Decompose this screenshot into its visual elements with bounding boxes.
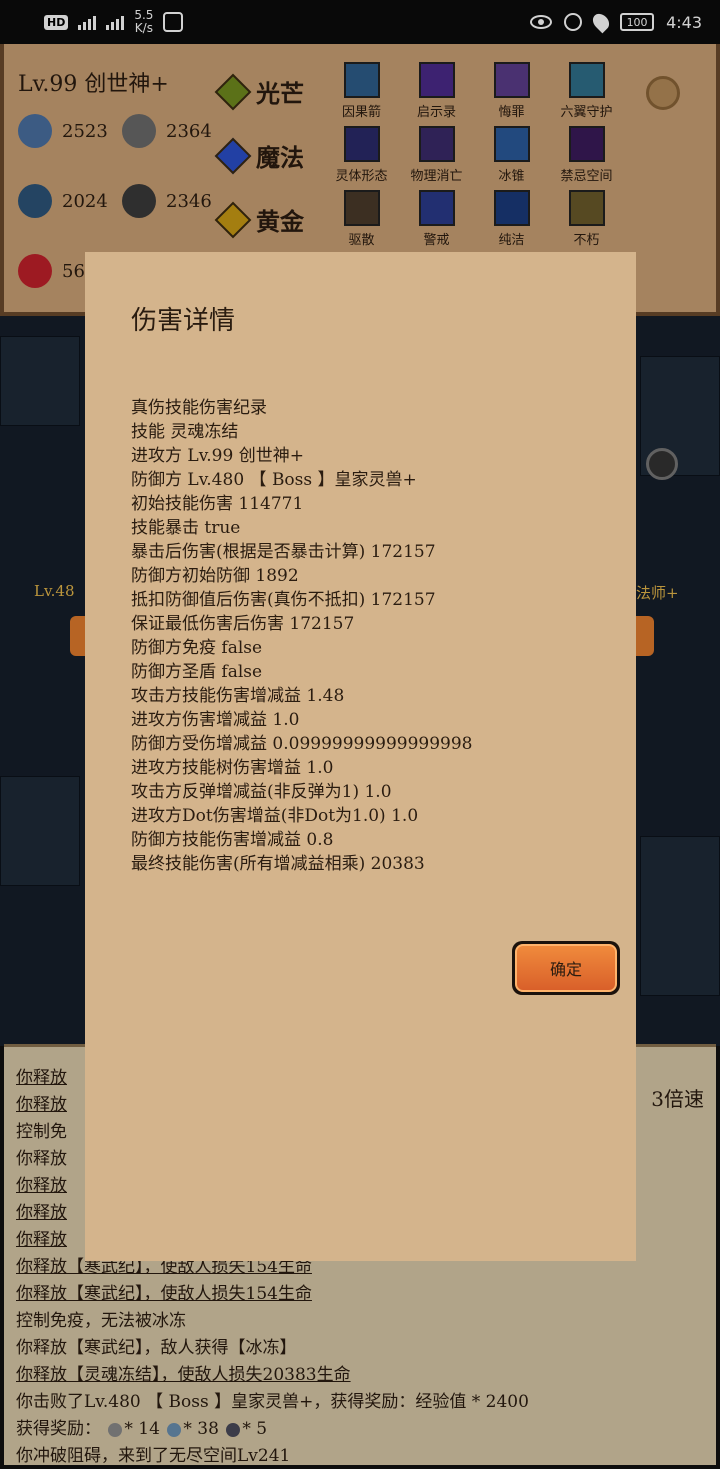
confirm-button[interactable]: 确定 bbox=[512, 941, 620, 995]
confirm-button-label: 确定 bbox=[515, 944, 617, 992]
detail-line: 进攻方Dot伤害增益(非Dot为1.0) 1.0 bbox=[131, 806, 419, 826]
detail-line: 抵扣防御值后伤害(真伤不抵扣) 172157 bbox=[131, 590, 436, 610]
detail-line: 防御方初始防御 1892 bbox=[131, 566, 299, 586]
detail-line: 进攻方伤害增减益 1.0 bbox=[131, 710, 300, 730]
detail-line: 初始技能伤害 114771 bbox=[131, 494, 304, 514]
detail-line: 防御方圣盾 false bbox=[131, 662, 263, 682]
detail-line: 最终技能伤害(所有增减益相乘) 20383 bbox=[131, 854, 425, 874]
detail-line: 技能 灵魂冻结 bbox=[131, 422, 239, 442]
detail-line: 防御方免疫 false bbox=[131, 638, 263, 658]
detail-line: 暴击后伤害(根据是否暴击计算) 172157 bbox=[131, 542, 436, 562]
detail-line: 保证最低伤害后伤害 172157 bbox=[131, 614, 355, 634]
detail-line: 攻击方技能伤害增减益 1.48 bbox=[131, 686, 345, 706]
detail-line: 进攻方技能树伤害增益 1.0 bbox=[131, 758, 334, 778]
detail-line: 攻击方反弹增减益(非反弹为1) 1.0 bbox=[131, 782, 392, 802]
damage-detail-list: 真伤技能伤害纪录 技能 灵魂冻结 进攻方 Lv.99 创世神+ 防御方 Lv.4… bbox=[131, 396, 473, 876]
detail-line: 真伤技能伤害纪录 bbox=[131, 398, 267, 418]
detail-line: 进攻方 Lv.99 创世神+ bbox=[131, 446, 304, 466]
dialog-title: 伤害详情 bbox=[131, 306, 236, 336]
detail-line: 技能暴击 true bbox=[131, 518, 241, 538]
detail-line: 防御方 Lv.480 【 Boss 】皇家灵兽+ bbox=[131, 470, 417, 490]
detail-line: 防御方技能伤害增减益 0.8 bbox=[131, 830, 334, 850]
detail-line: 防御方受伤增减益 0.09999999999999998 bbox=[131, 734, 473, 754]
damage-details-dialog: 伤害详情 真伤技能伤害纪录 技能 灵魂冻结 进攻方 Lv.99 创世神+ 防御方… bbox=[85, 252, 636, 1261]
